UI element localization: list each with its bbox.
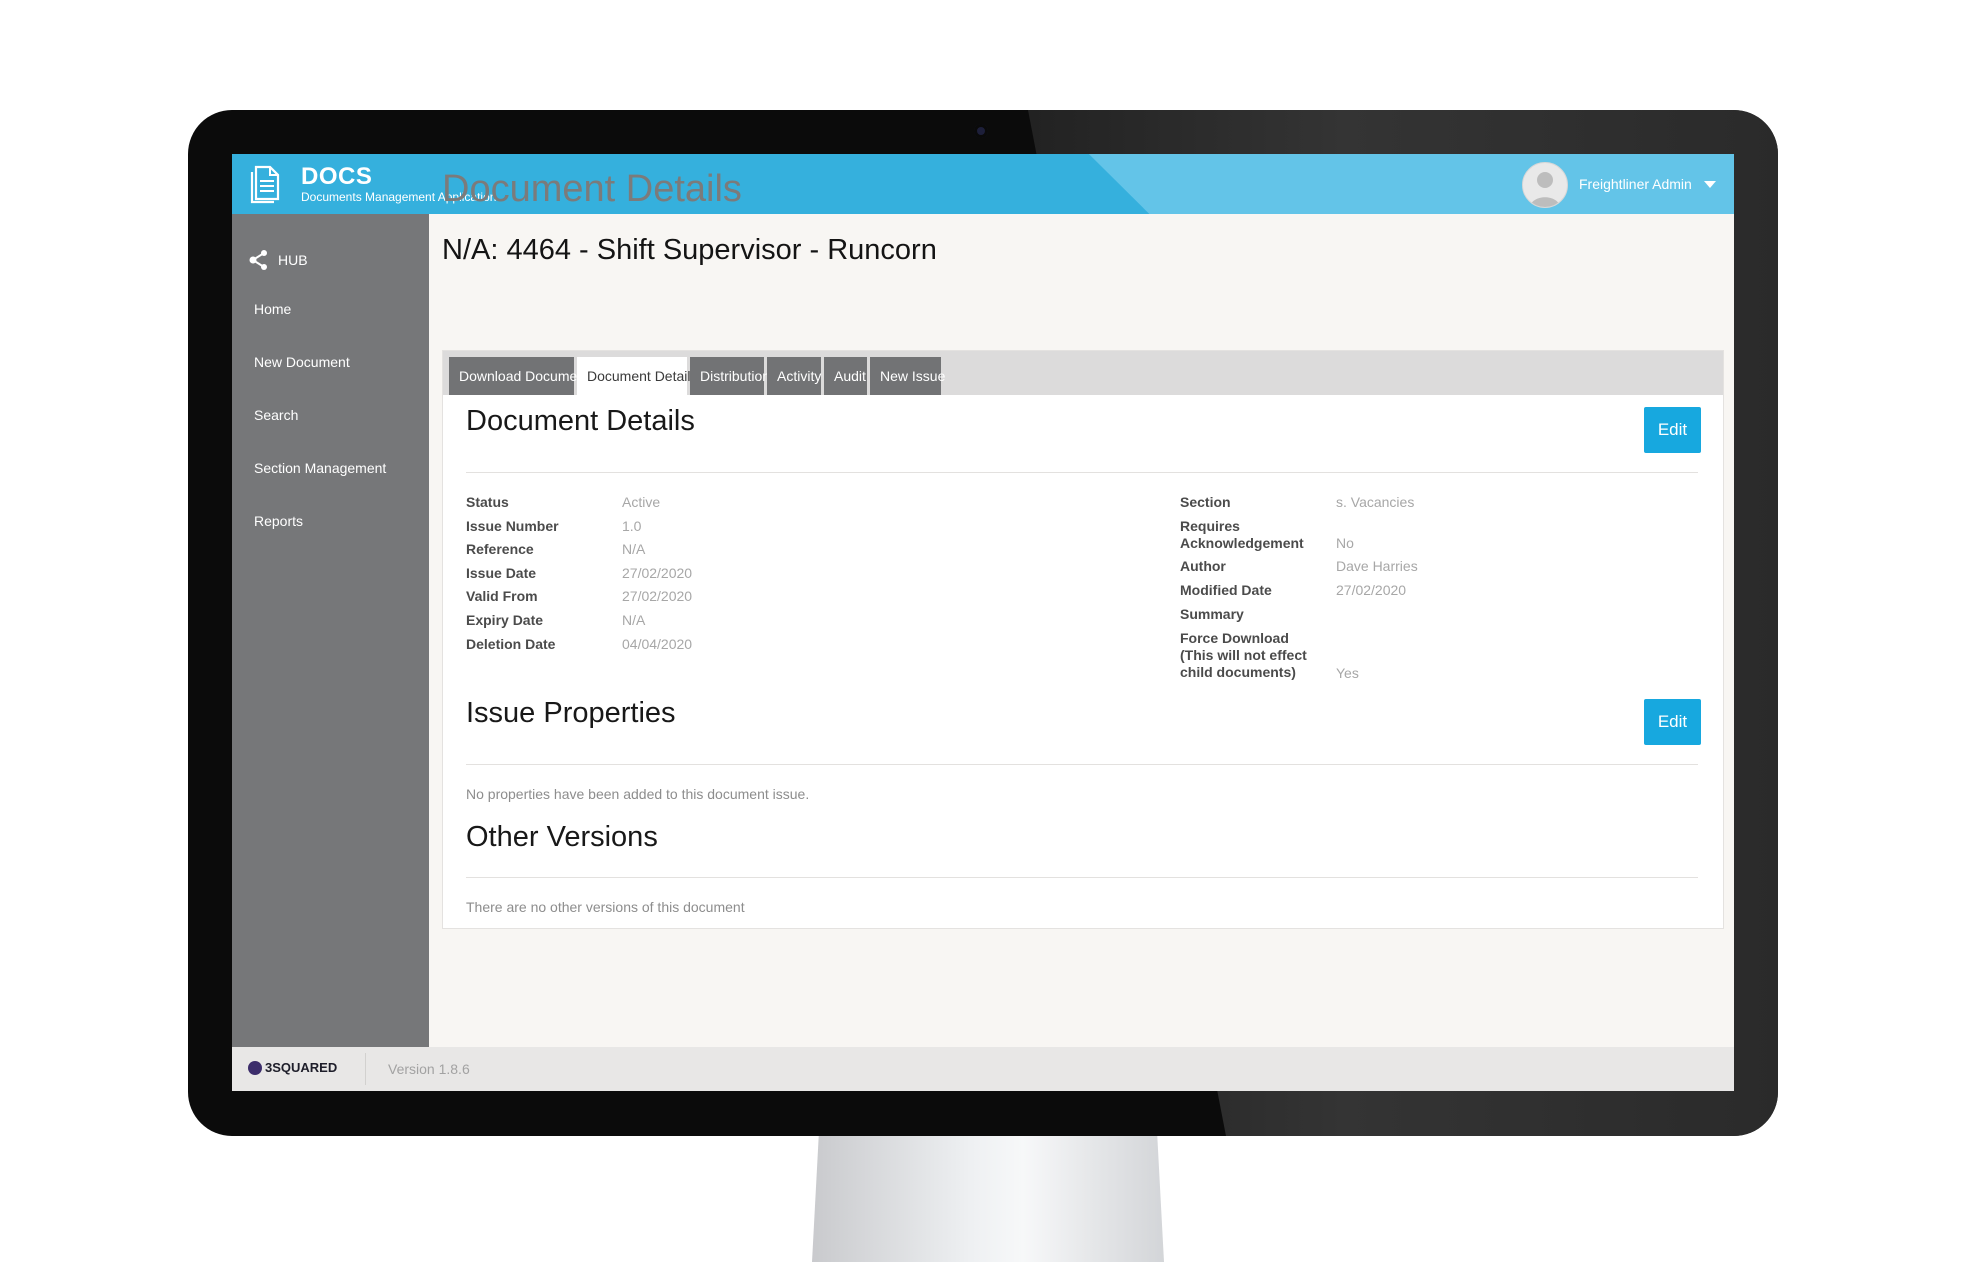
other-versions-title: Other Versions [466,821,658,853]
expiry-date-value: N/A [622,612,646,628]
sidebar-item-home[interactable]: Home [254,301,291,317]
hub-label: HUB [278,252,308,268]
deletion-date-value: 04/04/2020 [622,636,693,652]
summary-label: Summary [1180,606,1244,622]
status-value: Active [622,494,661,510]
user-menu-name[interactable]: Freightliner Admin [1579,176,1692,192]
author-label: Author [1180,558,1226,574]
user-silhouette-icon [1530,172,1560,207]
valid-from-value: 27/02/2020 [622,588,693,604]
deletion-date-label: Deletion Date [466,636,556,652]
other-versions-empty-text: There are no other versions of this docu… [466,899,745,915]
issue-number-value: 1.0 [622,518,642,534]
avatar[interactable] [1522,162,1568,208]
document-panel: Download Document Document Details Distr… [442,350,1724,929]
webcam [974,124,988,138]
sidebar-item-section-management[interactable]: Section Management [254,460,386,476]
tab-new-issue[interactable]: New Issue [870,357,945,395]
tab-audit[interactable]: Audit [824,357,867,395]
force-download-label: Force Download (This will not effect chi… [1180,630,1307,680]
section-label: Section [1180,494,1231,510]
details-section-title: Document Details [466,405,695,437]
sidebar-hub-link[interactable]: HUB [248,249,308,271]
edit-issue-properties-button[interactable]: Edit [1644,699,1701,745]
brand-logo[interactable]: 3SQUARED [248,1060,337,1075]
brand-mark-icon [248,1060,262,1075]
modified-date-label: Modified Date [1180,582,1272,598]
requires-acknowledgement-label: Requires Acknowledgement [1180,518,1304,551]
other-versions-divider [466,877,1698,878]
issue-date-label: Issue Date [466,565,537,581]
document-logo-icon[interactable] [248,164,282,204]
modified-date-value: 27/02/2020 [1336,582,1407,598]
chevron-down-icon[interactable] [1704,181,1716,188]
edit-details-button[interactable]: Edit [1644,407,1701,453]
author-value: Dave Harries [1336,558,1418,574]
sidebar: HUB Home New Document Search Section Man… [232,214,429,1047]
sidebar-item-new-document[interactable]: New Document [254,354,350,370]
tab-activity[interactable]: Activity [767,357,821,395]
monitor-bezel: DOCS Documents Management Application Fr… [188,110,1778,1136]
app-name: DOCS [301,163,373,190]
footer: 3SQUARED Version 1.8.6 [232,1047,1734,1091]
force-download-value: Yes [1336,665,1359,681]
tab-distribution[interactable]: Distribution [690,357,770,395]
details-divider [466,472,1698,473]
monitor-stand [812,1130,1164,1262]
issue-properties-divider [466,764,1698,765]
document-title: N/A: 4464 - Shift Supervisor - Runcorn [442,234,937,266]
tab-download-document[interactable]: Download Document [449,357,589,395]
reference-value: N/A [622,541,646,557]
valid-from-label: Valid From [466,588,538,604]
app-screen: DOCS Documents Management Application Fr… [232,154,1734,1091]
issue-date-value: 27/02/2020 [622,565,693,581]
brand-name: 3SQUARED [265,1060,338,1075]
status-label: Status [466,494,509,510]
tab-bar: Download Document Document Details Distr… [443,351,1723,395]
page-title: Document Details [442,168,742,210]
share-hub-icon [249,250,267,270]
issue-properties-empty-text: No properties have been added to this do… [466,786,810,802]
issue-number-label: Issue Number [466,518,559,534]
issue-properties-title: Issue Properties [466,697,676,729]
sidebar-item-reports[interactable]: Reports [254,513,303,529]
reference-label: Reference [466,541,534,557]
requires-acknowledgement-value: No [1336,535,1354,551]
section-value: s. Vacancies [1336,494,1415,510]
sidebar-item-search[interactable]: Search [254,407,298,423]
version-label: Version 1.8.6 [388,1061,470,1077]
expiry-date-label: Expiry Date [466,612,544,628]
footer-divider [365,1053,366,1085]
tab-document-details[interactable]: Document Details [577,357,698,395]
